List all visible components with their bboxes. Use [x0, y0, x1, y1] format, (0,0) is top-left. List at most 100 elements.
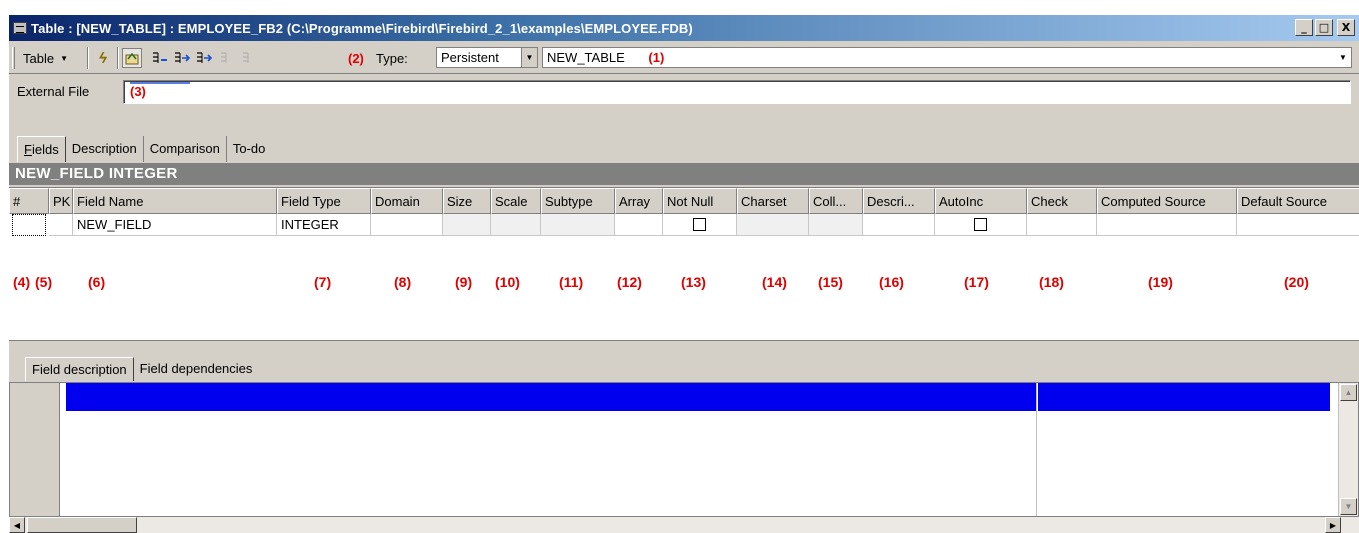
col-header-field-type[interactable]: Field Type	[277, 188, 371, 214]
table-menu-button[interactable]: Table ▼	[19, 47, 72, 69]
not-null-checkbox[interactable]	[693, 218, 706, 231]
col-header-computed-source[interactable]: Computed Source	[1097, 188, 1237, 214]
scroll-left-icon[interactable]: ◀	[9, 517, 25, 533]
col-header-array[interactable]: Array	[615, 188, 663, 214]
add-field-icon[interactable]	[172, 48, 192, 68]
col-header-check[interactable]: Check	[1027, 188, 1097, 214]
window-controls: _ □ X	[1295, 19, 1355, 36]
window-title: Table : [NEW_TABLE] : EMPLOYEE_FB2 (C:\P…	[31, 20, 693, 36]
toolbar: Table ▼ ϟ (2) Type: Persistent ▼ NEW_TAB…	[9, 42, 1359, 74]
col-header-default-source[interactable]: Default Source	[1237, 188, 1359, 214]
external-file-label: External File	[17, 84, 90, 99]
check-cell[interactable]	[1027, 214, 1097, 236]
marker-1: (1)	[648, 50, 665, 65]
insert-field-icon[interactable]	[150, 48, 170, 68]
marker-20: (20)	[1284, 274, 1309, 290]
minimize-button[interactable]: _	[1295, 19, 1313, 36]
toolbar-separator	[117, 47, 119, 69]
tab-field-description[interactable]: Field description	[25, 357, 134, 381]
external-file-icon[interactable]	[122, 48, 142, 68]
col-header-collation[interactable]: Coll...	[809, 188, 863, 214]
chevron-down-icon[interactable]: ▼	[1335, 48, 1351, 67]
description-cell[interactable]	[863, 214, 935, 236]
field-description-panel[interactable]: ▲ ▼	[9, 382, 1359, 517]
col-header-not-null[interactable]: Not Null	[663, 188, 737, 214]
tab-field-dependencies[interactable]: Field dependencies	[134, 357, 259, 381]
field-detail-tabs: Field description Field dependencies	[25, 357, 258, 381]
selected-line-highlight-right	[1038, 383, 1330, 411]
marker-12: (12)	[617, 274, 642, 290]
append-field-icon[interactable]	[194, 48, 214, 68]
toolbar-separator	[87, 47, 89, 69]
marker-11: (11)	[559, 274, 584, 290]
marker-18: (18)	[1039, 274, 1064, 290]
marker-19: (19)	[1148, 274, 1173, 290]
scale-cell[interactable]	[491, 214, 541, 236]
pk-cell[interactable]	[49, 214, 73, 236]
title-bar[interactable]: Table : [NEW_TABLE] : EMPLOYEE_FB2 (C:\P…	[9, 15, 1359, 41]
marker-13: (13)	[681, 274, 706, 290]
selected-line-highlight	[66, 383, 1036, 411]
charset-cell[interactable]	[737, 214, 809, 236]
editor-tabs: Fields Description Comparison To-do	[17, 136, 271, 162]
scroll-up-icon[interactable]: ▲	[1340, 384, 1357, 401]
col-header-field-name[interactable]: Field Name	[73, 188, 277, 214]
marker-4: (4)	[13, 274, 31, 290]
col-header-domain[interactable]: Domain	[371, 188, 443, 214]
type-select[interactable]: Persistent ▼	[436, 47, 538, 68]
subtype-cell[interactable]	[541, 214, 615, 236]
horizontal-scroll-thumb[interactable]	[27, 517, 137, 533]
tab-fields[interactable]: Fields	[17, 136, 66, 162]
field-type-cell[interactable]: INTEGER	[277, 214, 371, 236]
default-source-cell[interactable]	[1237, 214, 1359, 236]
chevron-down-icon[interactable]: ▼	[521, 48, 537, 67]
tab-comparison[interactable]: Comparison	[144, 136, 227, 162]
maximize-button[interactable]: □	[1315, 19, 1333, 36]
external-file-input[interactable]: (3)	[123, 80, 1351, 104]
col-header-scale[interactable]: Scale	[491, 188, 541, 214]
not-null-cell[interactable]	[663, 214, 737, 236]
input-focus-indicator	[130, 82, 190, 84]
tab-to-do[interactable]: To-do	[227, 136, 272, 162]
table-icon	[13, 22, 27, 34]
row-index-cell[interactable]	[12, 214, 46, 236]
field-name-cell[interactable]: NEW_FIELD	[73, 214, 277, 236]
external-file-row: External File (3)	[9, 75, 1359, 109]
horizontal-scrollbar[interactable]: ◀ ▶	[9, 517, 1359, 533]
domain-cell[interactable]	[371, 214, 443, 236]
marker-14: (14)	[762, 274, 787, 290]
array-cell[interactable]	[615, 214, 663, 236]
col-header-subtype[interactable]: Subtype	[541, 188, 615, 214]
tab-description[interactable]: Description	[66, 136, 144, 162]
col-header-pk[interactable]: PK	[49, 188, 73, 214]
col-header-autoinc[interactable]: AutoInc	[935, 188, 1027, 214]
table-menu-label: Table	[23, 50, 55, 66]
computed-source-cell[interactable]	[1097, 214, 1237, 236]
marker-6: (6)	[88, 274, 106, 290]
editor-gutter	[10, 383, 60, 516]
delete-field-icon[interactable]	[238, 48, 258, 68]
move-field-icon[interactable]	[216, 48, 236, 68]
scroll-down-icon[interactable]: ▼	[1340, 498, 1357, 515]
collation-cell[interactable]	[809, 214, 863, 236]
table-name-select[interactable]: NEW_TABLE (1) ▼	[542, 47, 1352, 68]
scroll-right-icon[interactable]: ▶	[1325, 517, 1341, 533]
marker-17: (17)	[964, 274, 989, 290]
col-header-size[interactable]: Size	[443, 188, 491, 214]
autoinc-cell[interactable]	[935, 214, 1027, 236]
type-select-value: Persistent	[441, 50, 499, 65]
compile-lightning-icon[interactable]: ϟ	[93, 48, 113, 68]
autoinc-checkbox[interactable]	[974, 218, 987, 231]
marker-16: (16)	[879, 274, 904, 290]
close-button[interactable]: X	[1337, 19, 1355, 36]
col-header-charset[interactable]: Charset	[737, 188, 809, 214]
col-header-description[interactable]: Descri...	[863, 188, 935, 214]
marker-10: (10)	[495, 274, 520, 290]
marker-7: (7)	[314, 274, 332, 290]
vertical-scrollbar[interactable]: ▲ ▼	[1338, 383, 1358, 516]
table-name-value: NEW_TABLE	[547, 50, 625, 65]
right-margin-line	[1036, 383, 1037, 516]
size-cell[interactable]	[443, 214, 491, 236]
toolbar-grip[interactable]	[12, 47, 15, 69]
col-header-index[interactable]: #	[9, 188, 49, 214]
